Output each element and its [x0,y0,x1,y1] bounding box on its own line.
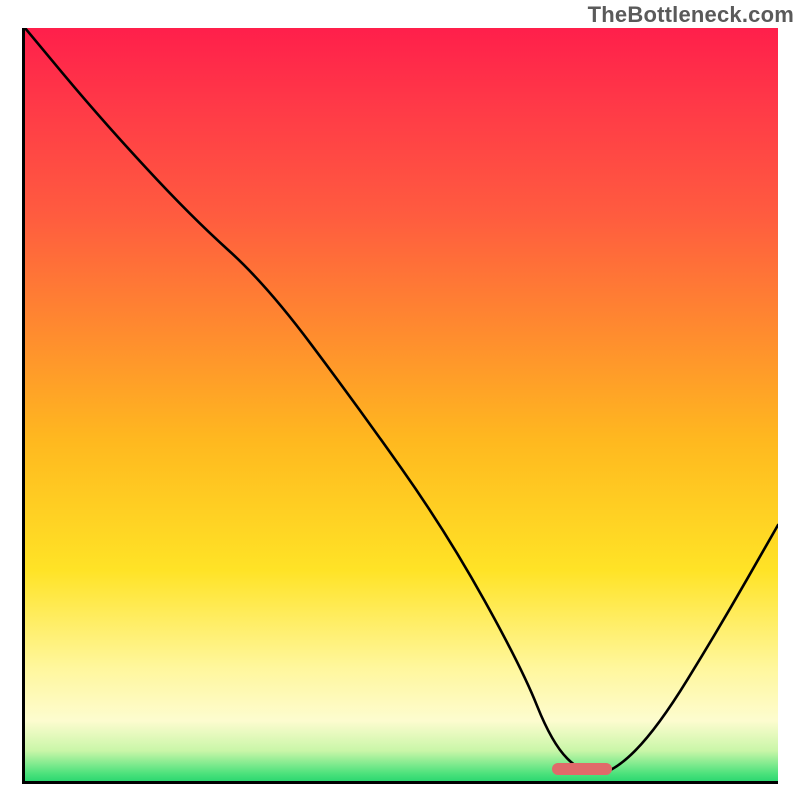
optimal-range-marker [552,763,612,775]
bottleneck-curve [25,28,778,781]
curve-path [25,28,778,774]
watermark-text: TheBottleneck.com [588,2,794,28]
page-root: TheBottleneck.com [0,0,800,800]
chart-area [22,28,778,784]
